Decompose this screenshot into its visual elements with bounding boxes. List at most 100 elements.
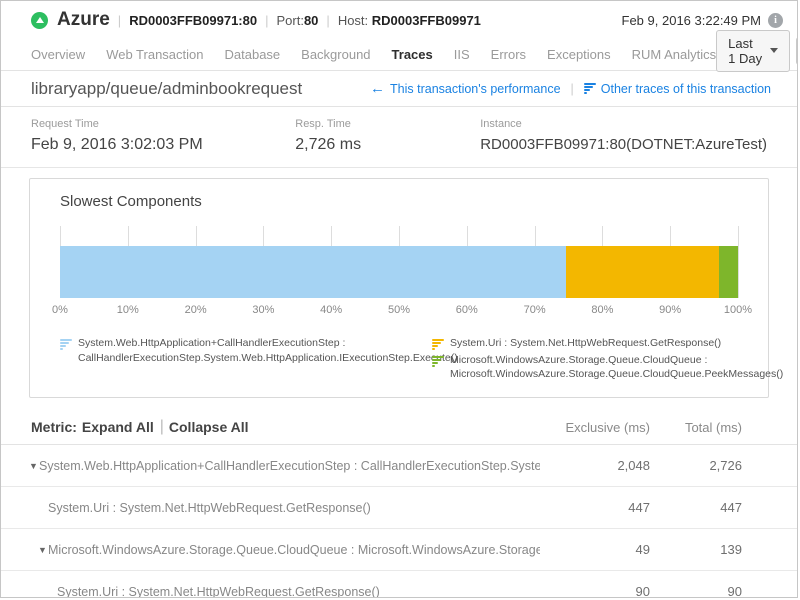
current-timestamp: Feb 9, 2016 3:22:49 PM	[622, 13, 761, 28]
metric-name: System.Uri : System.Net.HttpWebRequest.G…	[57, 585, 540, 598]
expand-all-link[interactable]: Expand All	[82, 419, 154, 435]
legend-label: Microsoft.WindowsAzure.Storage.Queue.Clo…	[450, 353, 783, 382]
metric-row[interactable]: ▼System.Web.HttpApplication+CallHandlerE…	[1, 445, 797, 487]
top-header: Azure | RD0003FFB09971:80 | Port:80 | Ho…	[1, 1, 797, 39]
instance-label: Instance	[480, 118, 767, 130]
resp-time-label: Resp. Time	[295, 118, 480, 130]
total-ms-value: 139	[650, 542, 742, 557]
collapse-caret-icon[interactable]: ▼	[29, 461, 39, 471]
legend-column-left: System.Web.HttpApplication+CallHandlerEx…	[60, 336, 432, 382]
legend-bars-icon	[432, 339, 444, 351]
time-range-dropdown[interactable]: Last 1 Day	[716, 30, 790, 72]
legend-column-right: System.Uri : System.Net.HttpWebRequest.G…	[432, 336, 783, 382]
x-axis-tick: 20%	[185, 304, 207, 316]
metric-row: System.Uri : System.Net.HttpWebRequest.G…	[1, 571, 797, 598]
x-axis-tick: 50%	[388, 304, 410, 316]
stacked-bar	[60, 246, 738, 298]
chevron-down-icon	[770, 48, 778, 53]
collapse-all-link[interactable]: Collapse All	[169, 419, 249, 435]
tab-web-transaction[interactable]: Web Transaction	[106, 47, 203, 62]
x-axis-tick: 30%	[252, 304, 274, 316]
x-axis-tick: 0%	[52, 304, 68, 316]
column-header-total: Total (ms)	[650, 420, 742, 435]
tab-iis[interactable]: IIS	[454, 47, 470, 62]
server-id: RD0003FFB09971:80	[129, 13, 257, 28]
chart-legend: System.Web.HttpApplication+CallHandlerEx…	[60, 336, 738, 382]
metric-label: Metric:	[31, 419, 77, 435]
separator: |	[571, 82, 574, 96]
exclusive-ms-value: 90	[540, 584, 650, 598]
legend-bars-icon	[60, 339, 72, 365]
legend-item-call-handler-execution-step: System.Web.HttpApplication+CallHandlerEx…	[60, 336, 432, 365]
metric-name: System.Web.HttpApplication+CallHandlerEx…	[39, 459, 540, 473]
metric-name: Microsoft.WindowsAzure.Storage.Queue.Clo…	[48, 543, 540, 557]
x-axis-tick: 90%	[659, 304, 681, 316]
legend-bars-icon	[432, 356, 444, 382]
other-traces-link[interactable]: Other traces of this transaction	[584, 82, 771, 96]
total-ms-value: 447	[650, 500, 742, 515]
metric-row: System.Uri : System.Net.HttpWebRequest.G…	[1, 487, 797, 529]
instance-value: RD0003FFB09971:80(DOTNET:AzureTest)	[480, 136, 767, 153]
separator: |	[118, 13, 121, 28]
bar-segment-call-handler-execution-step	[60, 246, 566, 298]
stacked-bar-chart: 0%10%20%30%40%50%60%70%80%90%100%	[60, 226, 738, 320]
separator: |	[265, 13, 268, 28]
legend-label: System.Web.HttpApplication+CallHandlerEx…	[78, 336, 458, 365]
exclusive-ms-value: 447	[540, 500, 650, 515]
bar-segment-cloud-queue-peek-messages	[719, 246, 738, 298]
port-info: Port:80	[276, 13, 318, 28]
nav-tabs: Overview Web Transaction Database Backgroun…	[31, 47, 716, 62]
nav-bar: Overview Web Transaction Database Backgroun…	[1, 39, 797, 71]
app-window: Azure | RD0003FFB09971:80 | Port:80 | Ho…	[0, 0, 798, 598]
instance-block: Instance RD0003FFB09971:80(DOTNET:AzureT…	[480, 118, 767, 154]
x-axis-tick: 60%	[456, 304, 478, 316]
tab-overview[interactable]: Overview	[31, 47, 85, 62]
x-axis-tick: 40%	[320, 304, 342, 316]
request-info-row: Request Time Feb 9, 2016 3:02:03 PM Resp…	[1, 107, 797, 168]
transaction-performance-link[interactable]: ← This transaction's performance	[370, 81, 561, 96]
x-axis-tick: 10%	[117, 304, 139, 316]
bar-segment-http-web-request-get-response	[566, 246, 719, 298]
tab-exceptions[interactable]: Exceptions	[547, 47, 611, 62]
request-time-block: Request Time Feb 9, 2016 3:02:03 PM	[31, 118, 295, 154]
host-info: Host: RD0003FFB09971	[338, 13, 481, 28]
request-time-value: Feb 9, 2016 3:02:03 PM	[31, 136, 295, 154]
app-name: Azure	[57, 9, 110, 31]
time-range-label: Last 1 Day	[728, 36, 763, 66]
metric-table-body: ▼System.Web.HttpApplication+CallHandlerE…	[1, 445, 797, 598]
info-icon[interactable]: i	[768, 13, 783, 28]
chart-title: Slowest Components	[60, 193, 738, 210]
status-up-icon	[31, 12, 48, 29]
trace-list-icon	[584, 83, 596, 94]
arrow-left-icon: ←	[370, 81, 385, 96]
x-axis-tick: 70%	[524, 304, 546, 316]
x-axis-tick: 100%	[724, 304, 752, 316]
exclusive-ms-value: 2,048	[540, 458, 650, 473]
slowest-components-panel: Slowest Components 0% 10% 20% 30% 40% 50% 60% 7…	[29, 178, 769, 398]
metric-table-header: Metric: Expand All | Collapse All Exclus…	[1, 410, 797, 445]
transaction-title: libraryapp/queue/adminbookrequest	[31, 79, 302, 99]
total-ms-value: 2,726	[650, 458, 742, 473]
tab-rum-analytics[interactable]: RUM Analytics	[632, 47, 717, 62]
separator: |	[160, 418, 164, 436]
exclusive-ms-value: 49	[540, 542, 650, 557]
gridline	[738, 226, 739, 298]
separator: |	[326, 13, 329, 28]
legend-item-http-web-request-get-response: System.Uri : System.Net.HttpWebRequest.G…	[432, 336, 783, 351]
collapse-caret-icon[interactable]: ▼	[38, 545, 48, 555]
tab-database[interactable]: Database	[225, 47, 281, 62]
hamburger-menu-button[interactable]	[796, 37, 798, 65]
metric-name: System.Uri : System.Net.HttpWebRequest.G…	[48, 501, 540, 515]
total-ms-value: 90	[650, 584, 742, 598]
resp-time-block: Resp. Time 2,726 ms	[295, 118, 480, 154]
request-time-label: Request Time	[31, 118, 295, 130]
tab-background[interactable]: Background	[301, 47, 370, 62]
tab-traces[interactable]: Traces	[392, 47, 433, 62]
column-header-exclusive: Exclusive (ms)	[540, 420, 650, 435]
transaction-title-row: libraryapp/queue/adminbookrequest ← This…	[1, 71, 797, 107]
metric-row[interactable]: ▼Microsoft.WindowsAzure.Storage.Queue.Cl…	[1, 529, 797, 571]
x-axis-labels: 0%10%20%30%40%50%60%70%80%90%100%	[60, 304, 738, 318]
resp-time-value: 2,726 ms	[295, 136, 480, 154]
legend-item-cloud-queue-peek-messages: Microsoft.WindowsAzure.Storage.Queue.Clo…	[432, 353, 783, 382]
tab-errors[interactable]: Errors	[491, 47, 526, 62]
